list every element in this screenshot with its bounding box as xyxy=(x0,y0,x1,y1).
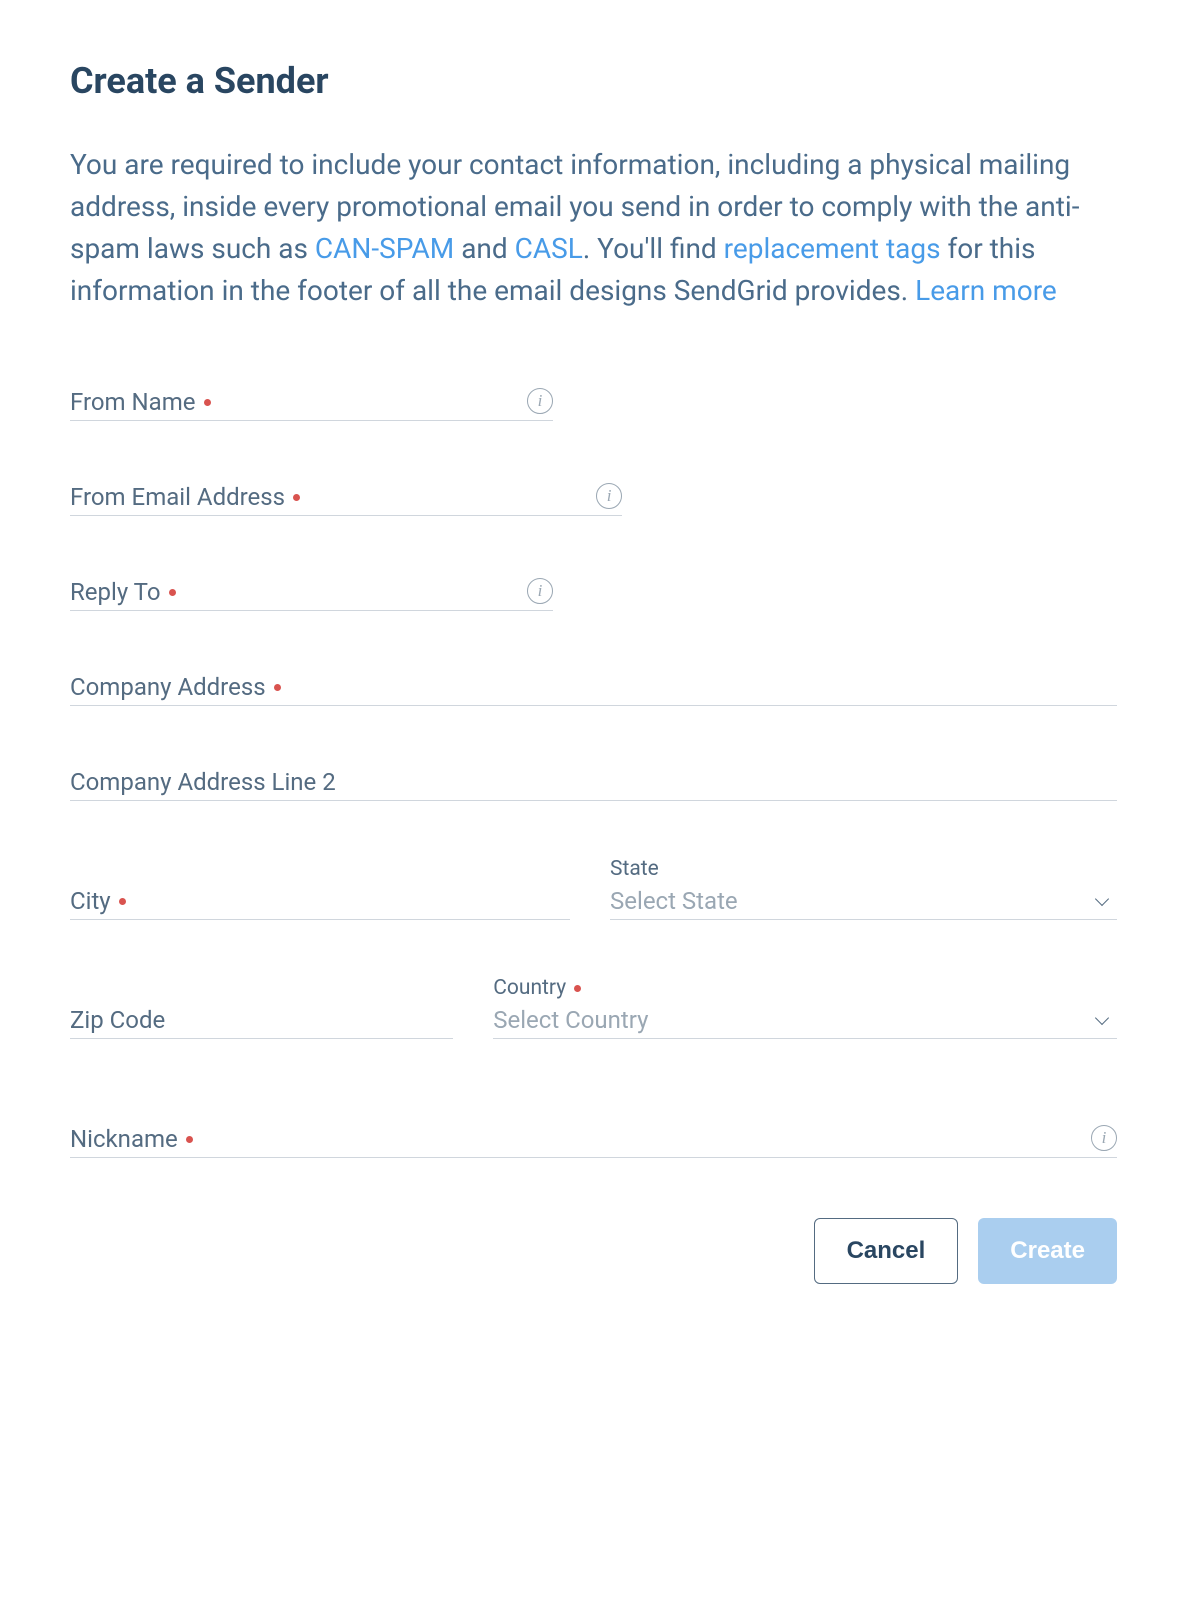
label-text: Country xyxy=(493,976,566,1000)
country-placeholder: Select Country xyxy=(493,1006,648,1034)
info-icon[interactable] xyxy=(527,578,553,604)
city-input[interactable] xyxy=(126,881,570,915)
label-text: State xyxy=(610,857,659,881)
label-text: City xyxy=(70,887,111,915)
from-name-label: From Name xyxy=(70,388,211,416)
company-address-label: Company Address xyxy=(70,673,281,701)
from-email-field[interactable]: From Email Address xyxy=(70,477,622,516)
required-indicator xyxy=(169,589,176,596)
required-indicator xyxy=(274,684,281,691)
label-text: Company Address xyxy=(70,673,266,701)
company-address2-input[interactable] xyxy=(336,762,1117,796)
info-icon[interactable] xyxy=(596,483,622,509)
city-label: City xyxy=(70,887,126,915)
state-label: State xyxy=(610,857,1117,881)
company-address-input[interactable] xyxy=(281,667,1117,701)
sender-form: From Name From Email Address xyxy=(70,382,1117,1284)
form-actions: Cancel Create xyxy=(70,1218,1117,1284)
label-text: Reply To xyxy=(70,578,161,606)
intro-text: . You'll find xyxy=(583,232,724,265)
reply-to-field[interactable]: Reply To xyxy=(70,572,553,611)
label-text: From Name xyxy=(70,388,196,416)
country-select[interactable]: Select Country xyxy=(493,1006,1117,1034)
chevron-down-icon xyxy=(1095,894,1109,908)
label-text: From Email Address xyxy=(70,483,285,511)
nickname-label: Nickname xyxy=(70,1125,193,1153)
zip-input[interactable] xyxy=(165,1000,453,1034)
link-replacement-tags[interactable]: replacement tags xyxy=(724,232,941,265)
link-learn-more[interactable]: Learn more xyxy=(915,274,1057,307)
create-button[interactable]: Create xyxy=(978,1218,1117,1284)
company-address-field[interactable]: Company Address xyxy=(70,667,1117,706)
link-casl[interactable]: CASL xyxy=(515,232,583,265)
zip-label: Zip Code xyxy=(70,1006,165,1034)
required-indicator xyxy=(574,985,581,992)
label-text: Nickname xyxy=(70,1125,178,1153)
city-field[interactable]: City xyxy=(70,881,570,920)
zip-field[interactable]: Zip Code xyxy=(70,1000,453,1039)
link-can-spam[interactable]: CAN-SPAM xyxy=(315,232,454,265)
from-email-label: From Email Address xyxy=(70,483,300,511)
required-indicator xyxy=(204,399,211,406)
reply-to-input[interactable] xyxy=(176,572,519,606)
required-indicator xyxy=(293,494,300,501)
required-indicator xyxy=(119,898,126,905)
nickname-input[interactable] xyxy=(193,1119,1083,1153)
reply-to-label: Reply To xyxy=(70,578,176,606)
state-field[interactable]: State Select State xyxy=(610,857,1117,920)
cancel-button[interactable]: Cancel xyxy=(814,1218,959,1284)
label-text: Company Address Line 2 xyxy=(70,768,336,796)
nickname-field[interactable]: Nickname xyxy=(70,1119,1117,1158)
state-placeholder: Select State xyxy=(610,887,738,915)
country-field[interactable]: Country Select Country xyxy=(493,976,1117,1039)
intro-text: and xyxy=(454,232,514,265)
state-select[interactable]: Select State xyxy=(610,887,1117,915)
required-indicator xyxy=(186,1136,193,1143)
from-name-input[interactable] xyxy=(211,382,520,416)
page-title: Create a Sender xyxy=(70,60,1117,102)
info-icon[interactable] xyxy=(1091,1125,1117,1151)
company-address2-field[interactable]: Company Address Line 2 xyxy=(70,762,1117,801)
from-name-field[interactable]: From Name xyxy=(70,382,553,421)
from-email-input[interactable] xyxy=(300,477,588,511)
label-text: Zip Code xyxy=(70,1006,165,1034)
country-label: Country xyxy=(493,976,1117,1000)
company-address2-label: Company Address Line 2 xyxy=(70,768,336,796)
intro-paragraph: You are required to include your contact… xyxy=(70,144,1117,312)
info-icon[interactable] xyxy=(527,388,553,414)
chevron-down-icon xyxy=(1095,1013,1109,1027)
